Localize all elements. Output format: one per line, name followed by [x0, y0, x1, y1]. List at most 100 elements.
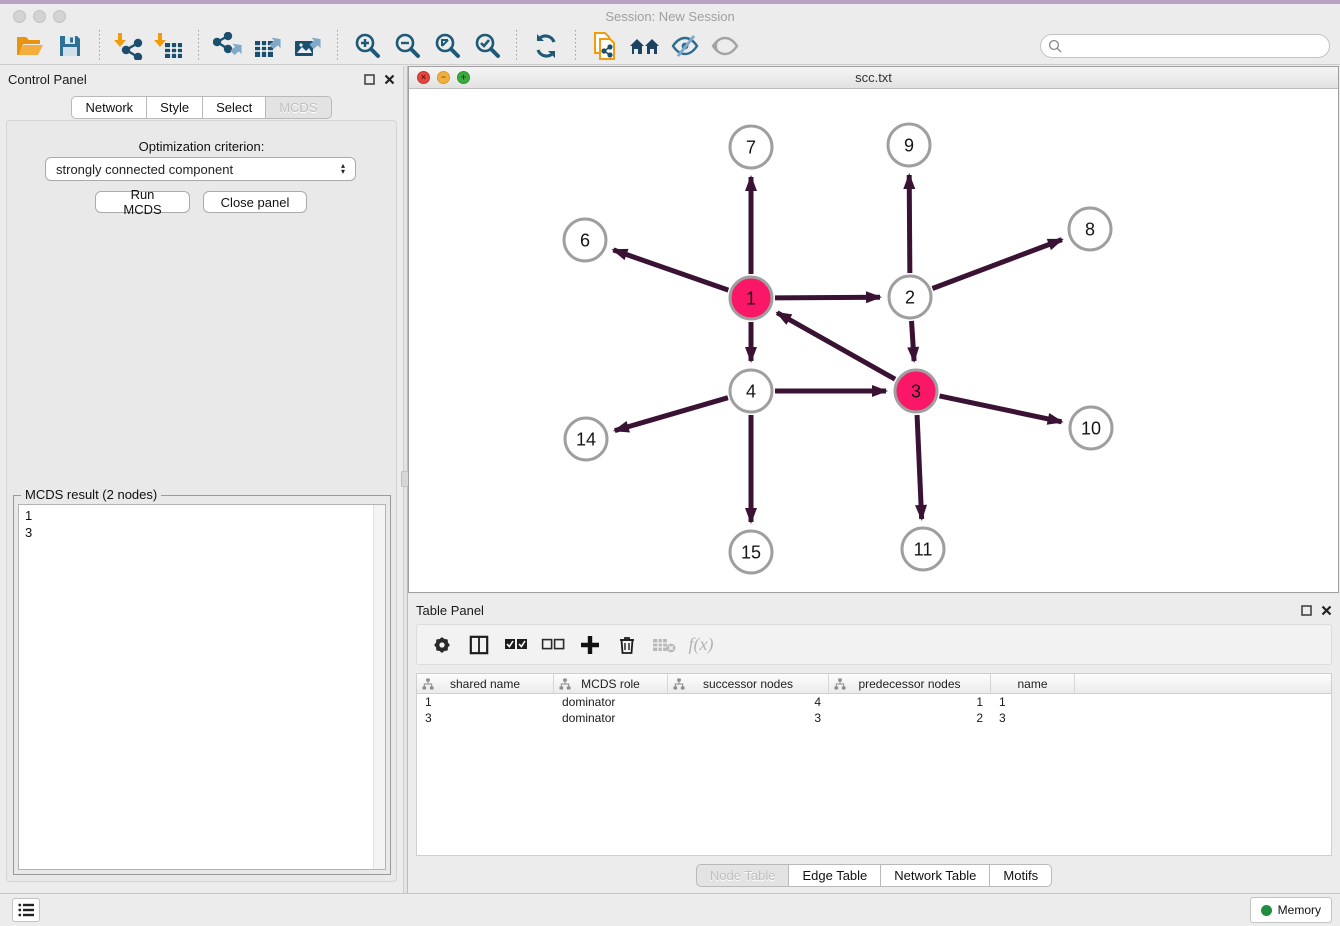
network-graph[interactable]: 7 9 6 8 1 2 4 3 14 10 15 11 [409, 89, 1338, 592]
zoom-selected-button[interactable] [469, 29, 505, 63]
edge-2-3[interactable] [912, 321, 915, 361]
criterion-select[interactable]: strongly connected component ▴▾ [45, 157, 356, 181]
save-session-icon [57, 33, 83, 59]
control-panel-title: Control Panel [8, 72, 87, 87]
column-header-shared-name[interactable]: shared name [417, 674, 554, 693]
function-icon: f(x) [689, 634, 714, 655]
scrollbar-track[interactable] [373, 505, 385, 869]
export-image-button[interactable] [290, 29, 326, 63]
zoom-fit-button[interactable] [429, 29, 465, 63]
node-3[interactable]: 3 [895, 370, 937, 412]
node-2[interactable]: 2 [889, 276, 931, 318]
tab-motifs[interactable]: Motifs [990, 864, 1052, 887]
network-canvas[interactable]: 7 9 6 8 1 2 4 3 14 10 15 11 [409, 89, 1338, 592]
control-panel-titlebar: Control Panel [0, 66, 403, 92]
window-title: Session: New Session [0, 9, 1340, 24]
float-panel-icon[interactable] [364, 74, 375, 85]
table-row[interactable]: 1dominator411 [417, 694, 1331, 710]
tab-select[interactable]: Select [203, 96, 266, 119]
edge-1-2[interactable] [775, 297, 880, 298]
show-all-button[interactable] [707, 29, 743, 63]
edge-2-8[interactable] [932, 240, 1061, 289]
copy-network-icon [591, 31, 619, 61]
export-network-icon [213, 32, 243, 60]
tab-edge-table[interactable]: Edge Table [789, 864, 881, 887]
node-15[interactable]: 15 [730, 531, 772, 573]
zoom-in-button[interactable] [349, 29, 385, 63]
node-10[interactable]: 10 [1070, 407, 1112, 449]
mcds-result-groupbox: MCDS result (2 nodes) 13 [13, 495, 391, 875]
edge-3-11[interactable] [917, 415, 922, 519]
mcds-result-lines: 13 [19, 505, 385, 543]
node-4[interactable]: 4 [730, 370, 772, 412]
column-header-successor-nodes[interactable]: successor nodes [668, 674, 829, 693]
eye-icon [710, 34, 740, 58]
edge-3-10[interactable] [939, 396, 1061, 422]
node-1[interactable]: 1 [730, 277, 772, 319]
node-7[interactable]: 7 [730, 126, 772, 168]
edge-1-6[interactable] [613, 250, 728, 290]
delete-column-button[interactable] [612, 630, 642, 660]
optimization-criterion-label: Optimization criterion: [7, 139, 396, 154]
edge-2-9[interactable] [909, 175, 910, 273]
table-row[interactable]: 3dominator323 [417, 710, 1331, 726]
column-type-icon [834, 678, 846, 690]
column-header-predecessor-nodes[interactable]: predecessor nodes [829, 674, 991, 693]
deselect-all-button[interactable] [538, 630, 568, 660]
edge-4-14[interactable] [615, 398, 728, 431]
close-panel-icon[interactable] [1321, 605, 1332, 616]
tab-style[interactable]: Style [147, 96, 203, 119]
zoom-out-button[interactable] [389, 29, 425, 63]
float-panel-icon[interactable] [1301, 605, 1312, 616]
select-all-button[interactable] [501, 630, 531, 660]
memory-button[interactable]: Memory [1250, 897, 1332, 923]
node-label: 14 [576, 429, 596, 449]
eye-slash-icon [670, 33, 700, 59]
delete-table-icon [652, 637, 676, 653]
export-table-button[interactable] [250, 29, 286, 63]
refresh-button[interactable] [528, 29, 564, 63]
tab-node-table[interactable]: Node Table [696, 864, 790, 887]
column-header-mcds-role[interactable]: MCDS role [554, 674, 668, 693]
show-columns-button[interactable] [464, 630, 494, 660]
open-session-button[interactable] [12, 29, 48, 63]
node-14[interactable]: 14 [565, 418, 607, 460]
search-icon [1048, 39, 1062, 53]
task-history-button[interactable] [12, 898, 40, 922]
mcds-result-textarea[interactable]: 13 [18, 504, 386, 870]
function-builder-button[interactable]: f(x) [686, 630, 716, 660]
column-header-name[interactable]: name [991, 674, 1075, 693]
tab-mcds[interactable]: MCDS [266, 96, 331, 119]
table-cell: 2 [829, 711, 991, 725]
toolbar-separator [337, 30, 338, 62]
add-column-button[interactable] [575, 630, 605, 660]
gear-icon [432, 635, 452, 655]
chevron-up-down-icon: ▴▾ [341, 163, 345, 175]
close-panel-icon[interactable] [384, 74, 395, 85]
delete-table-button[interactable] [649, 630, 679, 660]
hide-selected-button[interactable] [667, 29, 703, 63]
search-input[interactable] [1040, 34, 1330, 58]
close-panel-button[interactable]: Close panel [203, 191, 307, 213]
run-mcds-button[interactable]: Run MCDS [95, 191, 190, 213]
titlebar: Session: New Session [0, 4, 1340, 28]
import-network-button[interactable] [111, 29, 147, 63]
node-6[interactable]: 6 [564, 219, 606, 261]
node-9[interactable]: 9 [888, 124, 930, 166]
tab-network[interactable]: Network [71, 96, 147, 119]
export-network-button[interactable] [210, 29, 246, 63]
network-frame-titlebar[interactable]: × − + scc.txt [409, 67, 1338, 89]
table-settings-button[interactable] [427, 630, 457, 660]
table-toolbar: f(x) [416, 624, 1332, 665]
copy-network-button[interactable] [587, 29, 623, 63]
save-session-button[interactable] [52, 29, 88, 63]
export-image-icon [293, 32, 323, 60]
tab-network-table[interactable]: Network Table [881, 864, 990, 887]
node-label: 1 [746, 288, 756, 308]
node-11[interactable]: 11 [902, 528, 944, 570]
node-8[interactable]: 8 [1069, 208, 1111, 250]
import-table-button[interactable] [151, 29, 187, 63]
edge-3-1[interactable] [777, 313, 895, 379]
home-button[interactable] [627, 29, 663, 63]
node-table[interactable]: shared nameMCDS rolesuccessor nodesprede… [416, 673, 1332, 856]
